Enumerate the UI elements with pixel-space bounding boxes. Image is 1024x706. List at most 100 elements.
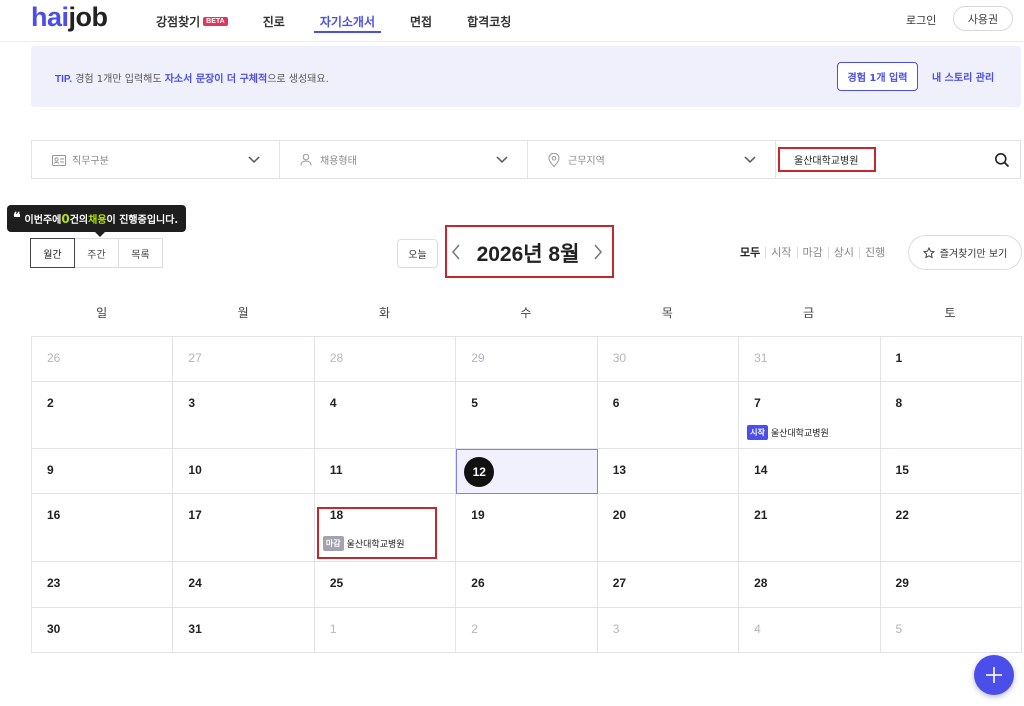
calendar-day[interactable]: 18 마감 울산대학교병원	[314, 494, 457, 562]
day-number: 31	[188, 622, 202, 636]
calendar-day[interactable]: 26	[32, 337, 174, 382]
nav-strength[interactable]: 강점찾기 BETA	[156, 0, 228, 42]
calendar-day[interactable]: 22	[880, 494, 1022, 562]
status-deadline[interactable]: 마감	[803, 244, 823, 260]
favorites-only-button[interactable]: 즐겨찾기만 보기	[908, 235, 1022, 270]
calendar-day[interactable]: 1	[314, 608, 457, 653]
calendar-day[interactable]: 29	[880, 562, 1022, 608]
chevron-right-icon[interactable]	[591, 242, 605, 262]
weekday-header: 일 월 화 수 목 금 토	[31, 296, 1021, 330]
calendar-day[interactable]: 28	[739, 562, 881, 608]
day-number: 11	[329, 463, 343, 477]
calendar-day[interactable]: 17	[173, 494, 315, 562]
add-experience-button[interactable]: 경험 1개 입력	[837, 62, 918, 91]
nav-cover-letter[interactable]: 자기소개서	[313, 0, 382, 42]
chevron-left-icon[interactable]	[449, 242, 463, 262]
calendar-day[interactable]: 7 시작 울산대학교병원	[739, 382, 881, 449]
nav-career[interactable]: 진로	[263, 0, 285, 42]
usage-button[interactable]: 사용권	[953, 6, 1013, 31]
day-number: 28	[754, 576, 768, 590]
employment-type-select[interactable]: 채용형태	[280, 141, 528, 178]
tab-monthly[interactable]: 월간	[30, 238, 75, 268]
calendar-day[interactable]: 19	[456, 494, 598, 562]
search-icon[interactable]	[994, 152, 1010, 168]
calendar-day[interactable]: 15	[880, 449, 1022, 494]
day-number: 28	[329, 351, 344, 365]
company-search-input[interactable]	[776, 141, 1020, 178]
view-tabs: 월간 주간 목록	[30, 238, 163, 268]
status-filter: 모두 시작 마감 상시 진행	[740, 244, 885, 260]
calendar-day[interactable]: 3	[597, 608, 740, 653]
calendar-day[interactable]: 2	[456, 608, 598, 653]
day-number: 9	[47, 463, 54, 477]
calendar-day[interactable]: 29	[456, 337, 598, 382]
calendar-day[interactable]: 6	[597, 382, 740, 449]
calendar-day[interactable]: 24	[173, 562, 315, 608]
status-ongoing[interactable]: 진행	[865, 244, 885, 260]
calendar-day[interactable]: 31	[739, 337, 881, 382]
tip-banner: TIP. 경험 1개만 입력해도 자소서 문장이 더 구체적으로 생성돼요. 경…	[31, 46, 1021, 107]
calendar-day[interactable]: 27	[173, 337, 315, 382]
calendar-day[interactable]: 16	[32, 494, 174, 562]
day-number: 16	[47, 508, 61, 522]
day-number: 26	[47, 351, 61, 365]
day-number: 24	[188, 576, 202, 590]
add-button[interactable]	[974, 655, 1014, 695]
nav-coaching[interactable]: 합격코칭	[467, 0, 511, 42]
weekday-label: 월	[237, 306, 249, 320]
calendar-day-today[interactable]: 12	[456, 449, 598, 494]
calendar-day[interactable]: 30	[597, 337, 740, 382]
day-number: 2	[471, 622, 478, 636]
calendar-day[interactable]: 25	[314, 562, 457, 608]
weekday-label: 일	[96, 306, 108, 320]
nav-interview[interactable]: 면접	[410, 0, 432, 42]
today-button[interactable]: 오늘	[397, 239, 438, 268]
search-cell	[776, 141, 1020, 178]
calendar-day[interactable]: 1	[880, 337, 1022, 382]
haijob-logo[interactable]: haijob	[31, 2, 108, 33]
job-type-select[interactable]: 직무구분	[32, 141, 280, 178]
chevron-down-icon	[496, 156, 508, 164]
calendar-day[interactable]: 11	[314, 449, 457, 494]
location-pin-icon	[548, 152, 562, 167]
day-number: 30	[47, 622, 61, 636]
quote-icon: ❝	[13, 210, 21, 226]
tab-weekly[interactable]: 주간	[74, 238, 119, 268]
status-always[interactable]: 상시	[834, 244, 854, 260]
calendar-day[interactable]: 23	[32, 562, 174, 608]
calendar-day[interactable]: 20	[597, 494, 740, 562]
status-start[interactable]: 시작	[771, 244, 791, 260]
calendar-day[interactable]: 8	[880, 382, 1022, 449]
calendar-day[interactable]: 31	[173, 608, 315, 653]
calendar-day[interactable]: 28	[314, 337, 457, 382]
calendar-day[interactable]: 13	[597, 449, 740, 494]
manage-story-link[interactable]: 내 스토리 관리	[932, 69, 994, 84]
calendar-day[interactable]: 14	[739, 449, 881, 494]
calendar-event[interactable]: 시작 울산대학교병원	[747, 425, 829, 440]
tab-list[interactable]: 목록	[118, 238, 163, 268]
status-all[interactable]: 모두	[740, 244, 760, 260]
calendar-week-row: 23 24 25 26 27 28 29	[32, 562, 1022, 608]
day-number: 3	[612, 622, 620, 636]
calendar-week-row: 9 10 11 12 13 14 15	[32, 449, 1022, 494]
calendar-day[interactable]: 2	[32, 382, 174, 449]
calendar-day[interactable]: 10	[173, 449, 315, 494]
calendar-day[interactable]: 21	[739, 494, 881, 562]
day-number: 29	[471, 351, 485, 365]
calendar-week-row: 26 27 28 29 30 31 1	[32, 337, 1022, 382]
login-link[interactable]: 로그인	[906, 12, 936, 28]
calendar-day[interactable]: 26	[456, 562, 598, 608]
location-select[interactable]: 근무지역	[528, 141, 776, 178]
calendar-day[interactable]: 3	[173, 382, 315, 449]
day-number: 26	[471, 576, 485, 590]
calendar-day[interactable]: 5	[456, 382, 598, 449]
top-header: haijob 강점찾기 BETA 진로 자기소개서 면접 합격코칭 로그인 사용…	[0, 0, 1024, 42]
calendar-day[interactable]: 4	[314, 382, 457, 449]
calendar-day[interactable]: 27	[597, 562, 740, 608]
calendar-event[interactable]: 마감 울산대학교병원	[322, 536, 405, 551]
calendar-day[interactable]: 4	[739, 608, 881, 653]
star-icon	[922, 246, 935, 258]
calendar-day[interactable]: 9	[32, 449, 174, 494]
calendar-day[interactable]: 5	[880, 608, 1022, 653]
calendar-day[interactable]: 30	[32, 608, 174, 653]
